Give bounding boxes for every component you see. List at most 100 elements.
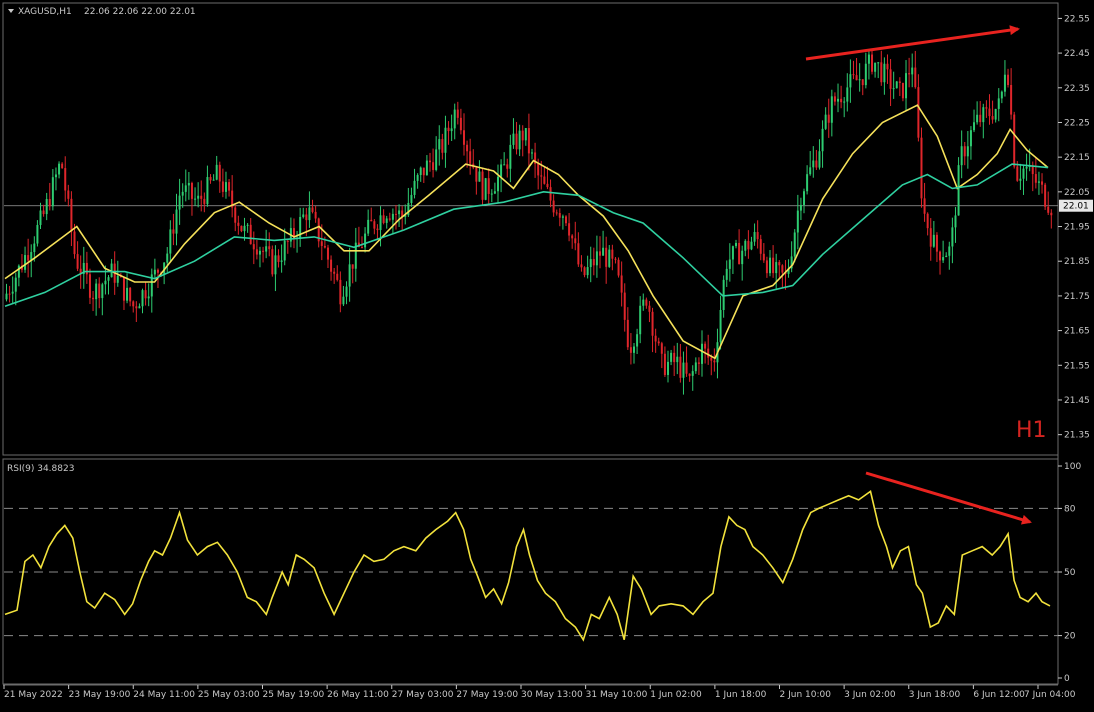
- bull-candle: [911, 67, 914, 75]
- bear-candle: [237, 222, 240, 226]
- bear-candle: [935, 234, 938, 252]
- bull-candle: [775, 262, 778, 274]
- bear-candle: [697, 362, 700, 364]
- bear-candle: [200, 195, 203, 199]
- bear-candle: [605, 247, 608, 267]
- dropdown-triangle-icon[interactable]: [8, 9, 14, 13]
- time-tick-label: 25 May 19:00: [263, 690, 325, 700]
- bull-candle: [95, 283, 98, 300]
- bear-candle: [314, 211, 317, 219]
- time-tick-label: 23 May 19:00: [69, 690, 131, 700]
- time-tick-label: 6 Jun 12:00: [973, 690, 1025, 700]
- bear-candle: [886, 63, 889, 70]
- chart-header: XAGUSD,H1 22.06 22.06 22.00 22.01: [8, 7, 196, 17]
- bull-candle: [58, 163, 61, 175]
- bull-candle: [283, 240, 286, 261]
- bull-candle: [877, 62, 880, 64]
- bear-candle: [756, 232, 759, 240]
- bull-candle: [586, 267, 589, 276]
- rsi-tick-label: 100: [1064, 462, 1081, 472]
- bull-candle: [948, 246, 951, 256]
- price-tick-label: 21.95: [1064, 223, 1090, 233]
- bear-candle: [540, 175, 543, 177]
- bull-candle: [116, 275, 119, 283]
- bear-candle: [456, 109, 459, 118]
- price-tick-label: 21.75: [1064, 292, 1090, 302]
- bear-candle: [88, 274, 91, 298]
- bull-candle: [308, 207, 311, 221]
- bull-candle: [976, 114, 979, 123]
- bull-candle: [969, 130, 972, 147]
- bull-candle: [1022, 168, 1025, 179]
- price-tick-label: 22.55: [1064, 14, 1090, 24]
- bull-candle: [942, 257, 945, 261]
- bear-candle: [1044, 184, 1047, 207]
- time-tick-label: 7 Jun 04:00: [1024, 690, 1076, 700]
- bull-candle: [39, 210, 42, 225]
- bear-candle: [1016, 166, 1019, 181]
- bear-candle: [840, 98, 843, 103]
- bear-candle: [611, 249, 614, 259]
- bull-candle: [753, 232, 756, 242]
- bear-candle: [815, 160, 818, 168]
- bear-candle: [920, 137, 923, 199]
- slow_ma-line: [4, 163, 1049, 308]
- time-tick-label: 24 May 11:00: [133, 690, 195, 700]
- bear-candle: [262, 250, 265, 252]
- bull-candle: [141, 290, 144, 307]
- bear-candle: [506, 164, 509, 169]
- bear-candle: [762, 253, 765, 261]
- bear-candle: [617, 259, 620, 276]
- bull-candle: [932, 234, 935, 247]
- candles: [5, 50, 1053, 395]
- bear-candle: [713, 360, 716, 363]
- bear-candle: [42, 210, 45, 215]
- bull-candle: [178, 195, 181, 210]
- bear-candle: [234, 207, 237, 223]
- bull-candle: [101, 284, 104, 299]
- bear-candle: [772, 257, 775, 274]
- bear-candle: [651, 311, 654, 336]
- bull-candle: [589, 259, 592, 268]
- bull-candle: [5, 293, 8, 300]
- bear-candle: [360, 246, 363, 248]
- bear-candle: [549, 187, 552, 201]
- bull-candle: [258, 250, 261, 255]
- time-tick-label: 27 May 03:00: [392, 690, 454, 700]
- bull-candle: [212, 179, 215, 181]
- bear-candle: [156, 269, 159, 273]
- time-tick-label: 31 May 10:00: [586, 690, 648, 700]
- bear-candle: [861, 79, 864, 86]
- bear-candle: [462, 130, 465, 145]
- bear-candle: [48, 199, 51, 207]
- bear-candle: [629, 347, 632, 353]
- trading-chart[interactable]: XAGUSD,H1 22.06 22.06 22.00 22.01 RSI(9)…: [0, 0, 1094, 708]
- bull-candle: [670, 352, 673, 362]
- bull-candle: [345, 286, 348, 297]
- bull-candle: [17, 265, 20, 278]
- bear-candle: [660, 343, 663, 354]
- price-tick-label: 21.55: [1064, 361, 1090, 371]
- bull-candle: [945, 255, 948, 258]
- bull-candle: [435, 149, 438, 170]
- bull-candle: [512, 133, 515, 145]
- bull-candle: [184, 185, 187, 192]
- current-price-label: 22.01: [1063, 202, 1089, 212]
- bull-candle: [500, 164, 503, 177]
- bull-candle: [874, 62, 877, 72]
- bear-candle: [583, 267, 586, 276]
- rsi-series-line: [4, 490, 1051, 642]
- bear-candle: [1050, 212, 1053, 216]
- price-tick-label: 22.15: [1064, 153, 1090, 163]
- bear-candle: [70, 198, 73, 232]
- bull-candle: [490, 193, 493, 195]
- bear-candle: [564, 216, 567, 224]
- bear-candle: [991, 116, 994, 120]
- bear-candle: [833, 96, 836, 102]
- chart-canvas[interactable]: XAGUSD,H1 22.06 22.06 22.00 22.01 RSI(9)…: [0, 0, 1094, 708]
- rsi-line: [4, 490, 1051, 642]
- bear-candle: [339, 279, 342, 305]
- bear-candle: [871, 54, 874, 72]
- ohlc-label: 22.06 22.06 22.00 22.01: [84, 7, 196, 17]
- bear-candle: [1010, 84, 1013, 115]
